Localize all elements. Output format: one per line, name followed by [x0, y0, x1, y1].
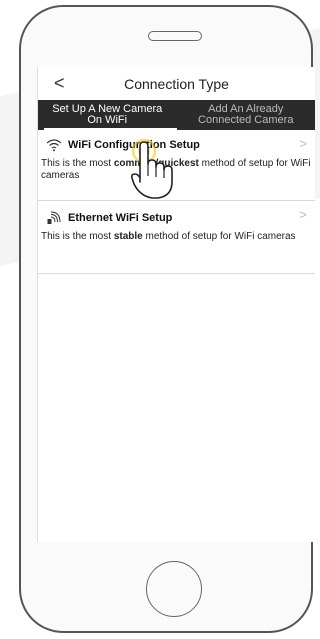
app-screen: < Connection Type Set Up A New Camera On…: [37, 67, 315, 542]
tab-bar: Set Up A New Camera On WiFi Add An Alrea…: [38, 100, 315, 130]
chevron-right-icon: >: [299, 136, 307, 151]
option-ethernet-wifi[interactable]: Ethernet WiFi Setup > This is the most s…: [38, 201, 315, 274]
tap-hand-icon: [131, 138, 173, 199]
tab-new-camera-line2: On WiFi: [87, 114, 128, 126]
option-description: This is the most common/quickest method …: [41, 158, 311, 181]
tab-new-camera[interactable]: Set Up A New Camera On WiFi: [38, 100, 177, 130]
option-description: This is the most stable method of setup …: [41, 231, 296, 242]
chevron-right-icon: >: [299, 207, 307, 222]
page-title: Connection Type: [124, 76, 229, 92]
option-wifi-configuration[interactable]: WiFi Configuration Setup > This is the m…: [38, 130, 315, 201]
tab-connected-camera[interactable]: Add An Already Connected Camera: [177, 100, 316, 130]
tab-connected-camera-line2: Connected Camera: [198, 114, 294, 126]
home-button[interactable]: [146, 561, 202, 617]
wifi-icon: [46, 139, 62, 152]
option-title: Ethernet WiFi Setup: [68, 212, 173, 224]
phone-speaker: [148, 31, 202, 41]
nav-bar: < Connection Type: [38, 67, 315, 100]
ethernet-wifi-icon: [47, 211, 61, 224]
